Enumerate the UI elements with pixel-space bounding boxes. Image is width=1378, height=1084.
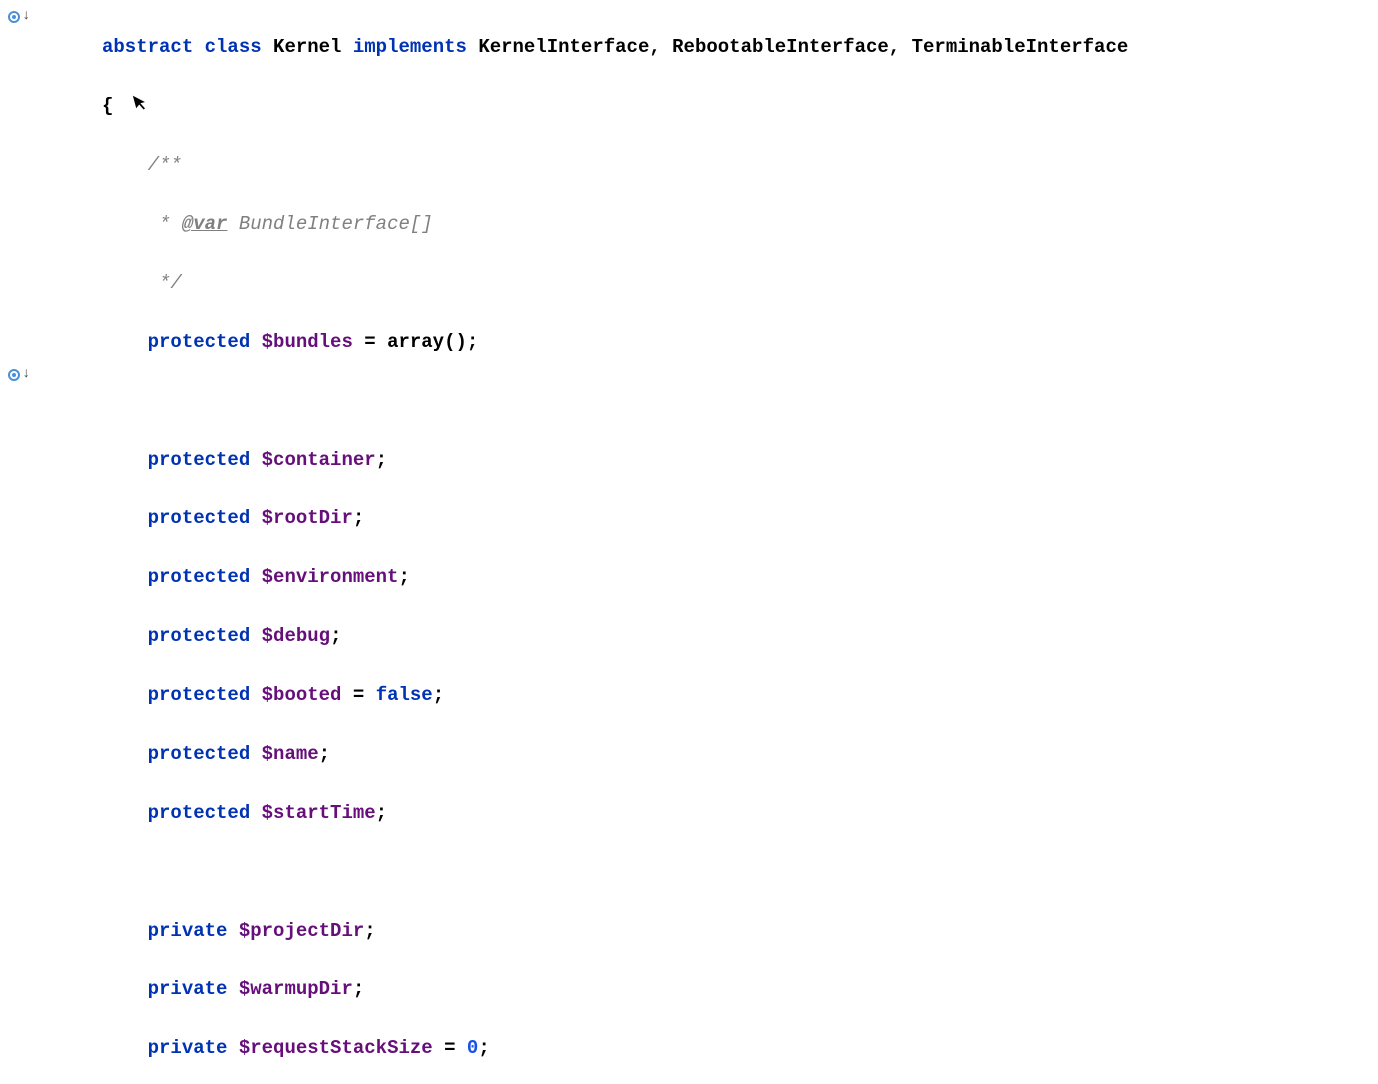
code-line[interactable]: */ [102, 269, 1378, 298]
code-line[interactable]: protected $debug; [102, 622, 1378, 651]
keyword-abstract: abstract [102, 36, 193, 58]
variable: $debug [262, 625, 330, 647]
modifier: protected [148, 331, 251, 353]
code-line[interactable]: protected $container; [102, 446, 1378, 475]
code-line[interactable]: protected $rootDir; [102, 504, 1378, 533]
arrow-down-icon: ↓ [22, 364, 30, 386]
code-line[interactable] [102, 858, 1378, 887]
phpdoc-close: */ [148, 272, 182, 294]
variable: $booted [262, 684, 342, 706]
code-line[interactable]: protected $environment; [102, 563, 1378, 592]
arrow-down-icon: ↓ [22, 6, 30, 28]
modifier: protected [148, 507, 251, 529]
class-name: Kernel [273, 36, 341, 58]
phpdoc-tag: @var [182, 213, 228, 235]
function-call: array [387, 331, 444, 353]
modifier: private [148, 978, 228, 1000]
variable: $container [262, 449, 376, 471]
code-line[interactable]: private $projectDir; [102, 917, 1378, 946]
editor-gutter: ↓ ↓ [0, 0, 42, 542]
modifier: private [148, 920, 228, 942]
variable: $rootDir [262, 507, 353, 529]
phpdoc-line: * [148, 213, 182, 235]
code-line[interactable]: private $warmupDir; [102, 975, 1378, 1004]
code-line[interactable]: protected $name; [102, 740, 1378, 769]
interface-name: KernelInterface [478, 36, 649, 58]
modifier: protected [148, 684, 251, 706]
interface-name: RebootableInterface [672, 36, 889, 58]
code-line[interactable]: protected $bundles = array(); [102, 328, 1378, 357]
override-icon [8, 369, 20, 381]
phpdoc-type: BundleInterface[] [227, 213, 432, 235]
modifier: protected [148, 449, 251, 471]
variable: $environment [262, 566, 399, 588]
code-area[interactable]: abstract class Kernel implements KernelI… [42, 0, 1378, 542]
override-marker[interactable]: ↓ [8, 364, 30, 386]
code-line[interactable]: /** [102, 151, 1378, 180]
code-editor[interactable]: ↓ ↓ abstract class Kernel implements Ker… [0, 0, 1378, 542]
modifier: protected [148, 566, 251, 588]
code-line[interactable]: protected $booted = false; [102, 681, 1378, 710]
modifier: protected [148, 625, 251, 647]
variable: $startTime [262, 802, 376, 824]
variable: $requestStackSize [239, 1037, 433, 1059]
variable: $name [262, 743, 319, 765]
code-line[interactable] [102, 387, 1378, 416]
interface-name: TerminableInterface [912, 36, 1129, 58]
modifier: private [148, 1037, 228, 1059]
variable: $bundles [262, 331, 353, 353]
code-line[interactable]: protected $startTime; [102, 799, 1378, 828]
modifier: protected [148, 743, 251, 765]
code-line[interactable]: * @var BundleInterface[] [102, 210, 1378, 239]
variable: $projectDir [239, 920, 364, 942]
code-line[interactable]: private $requestStackSize = 0; [102, 1034, 1378, 1063]
phpdoc-open: /** [148, 154, 182, 176]
code-line[interactable]: abstract class Kernel implements KernelI… [102, 33, 1378, 62]
variable: $warmupDir [239, 978, 353, 1000]
literal-false: false [376, 684, 433, 706]
number-literal: 0 [467, 1037, 478, 1059]
keyword-implements: implements [353, 36, 467, 58]
modifier: protected [148, 802, 251, 824]
brace-open: { [102, 95, 113, 117]
code-line[interactable]: { [102, 92, 1378, 121]
override-marker[interactable]: ↓ [8, 6, 30, 28]
keyword-class: class [205, 36, 262, 58]
override-icon [8, 11, 20, 23]
